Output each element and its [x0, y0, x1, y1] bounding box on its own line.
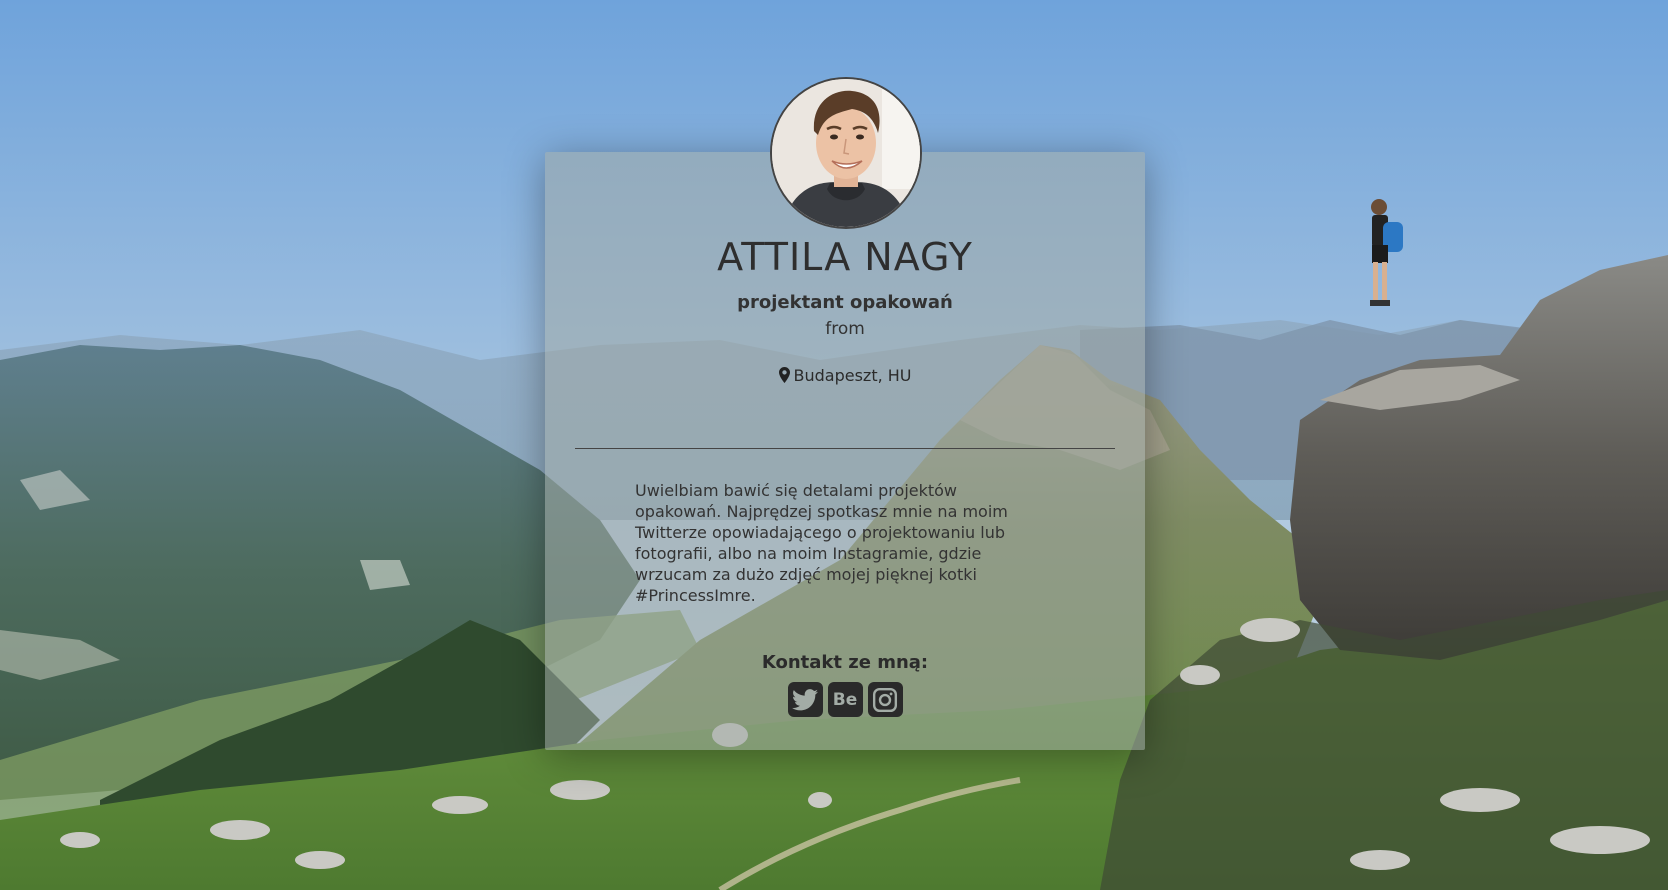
bio-text: Uwielbiam bawić się detalami projektów o… — [635, 481, 1008, 605]
social-links: Be — [545, 682, 1145, 717]
profile-card: ATTILA NAGY projektant opakowań from Bud… — [545, 152, 1145, 750]
location: Budapeszt, HU — [545, 366, 1145, 387]
twitter-icon[interactable] — [787, 682, 823, 717]
instagram-icon[interactable] — [867, 682, 903, 717]
contact-label: Kontakt ze mną: — [761, 652, 929, 673]
avatar — [770, 77, 922, 229]
behance-icon[interactable]: Be — [827, 682, 863, 717]
location-text: Budapeszt, HU — [793, 366, 912, 385]
map-pin-icon — [778, 367, 790, 387]
from-label: from — [825, 319, 865, 339]
profile-name: ATTILA NAGY — [717, 235, 973, 279]
behance-label: Be — [832, 689, 858, 710]
job-title: projektant opakowań — [737, 292, 953, 313]
divider — [575, 448, 1115, 449]
